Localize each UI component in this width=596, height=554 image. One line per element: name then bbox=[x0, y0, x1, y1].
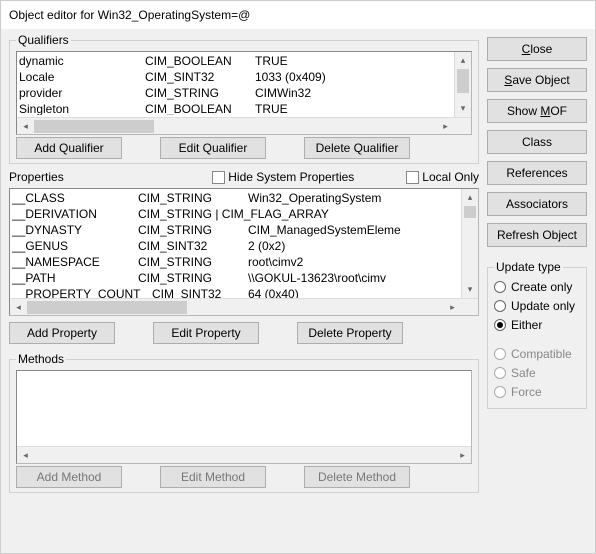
class-button[interactable]: Class bbox=[487, 130, 587, 154]
qualifiers-list[interactable]: dynamicCIM_BOOLEANTRUE LocaleCIM_SINT321… bbox=[16, 51, 472, 135]
associators-button[interactable]: Associators bbox=[487, 192, 587, 216]
radio-create-only[interactable]: Create only bbox=[494, 280, 580, 294]
list-item: dynamicCIM_BOOLEANTRUE bbox=[19, 53, 469, 69]
scrollbar-vertical[interactable]: ▴ ▾ bbox=[454, 52, 471, 117]
delete-property-button[interactable]: Delete Property bbox=[297, 322, 403, 344]
scrollbar-vertical[interactable]: ▴ ▾ bbox=[461, 189, 478, 298]
add-qualifier-button[interactable]: Add Qualifier bbox=[16, 137, 122, 159]
delete-qualifier-button[interactable]: Delete Qualifier bbox=[304, 137, 410, 159]
radio-safe: Safe bbox=[494, 366, 580, 380]
show-mof-button[interactable]: Show MOF bbox=[487, 99, 587, 123]
scroll-right-icon[interactable]: ▸ bbox=[444, 299, 461, 316]
properties-label: Properties bbox=[9, 170, 64, 184]
radio-force: Force bbox=[494, 385, 580, 399]
scroll-thumb[interactable] bbox=[27, 301, 187, 314]
edit-qualifier-button[interactable]: Edit Qualifier bbox=[160, 137, 266, 159]
scroll-right-icon[interactable]: ▸ bbox=[437, 118, 454, 135]
scrollbar-horizontal[interactable]: ◂ ▸ bbox=[10, 298, 478, 315]
scroll-right-icon[interactable]: ▸ bbox=[454, 447, 471, 464]
properties-list[interactable]: __CLASSCIM_STRINGWin32_OperatingSystem _… bbox=[9, 188, 479, 316]
list-item: __DYNASTYCIM_STRINGCIM_ManagedSystemElem… bbox=[12, 222, 476, 238]
edit-method-button: Edit Method bbox=[160, 466, 266, 488]
scroll-thumb[interactable] bbox=[34, 120, 154, 133]
radio-either[interactable]: Either bbox=[494, 318, 580, 332]
window-title: Object editor for Win32_OperatingSystem=… bbox=[1, 1, 595, 29]
list-item: LocaleCIM_SINT321033 (0x409) bbox=[19, 69, 469, 85]
methods-group: Methods ◂ ▸ Add Method Edit Method bbox=[9, 352, 479, 493]
list-item: __PROPERTY_COUNTCIM_SINT3264 (0x40) bbox=[12, 286, 476, 298]
scroll-up-icon[interactable]: ▴ bbox=[462, 189, 478, 206]
refresh-object-button[interactable]: Refresh Object bbox=[487, 223, 587, 247]
list-item: providerCIM_STRINGCIMWin32 bbox=[19, 85, 469, 101]
list-item: __CLASSCIM_STRINGWin32_OperatingSystem bbox=[12, 190, 476, 206]
scroll-thumb[interactable] bbox=[464, 206, 476, 218]
add-method-button: Add Method bbox=[16, 466, 122, 488]
methods-legend: Methods bbox=[16, 352, 66, 366]
scroll-left-icon[interactable]: ◂ bbox=[17, 118, 34, 135]
scroll-left-icon[interactable]: ◂ bbox=[10, 299, 27, 316]
local-only-checkbox[interactable]: Local Only bbox=[406, 170, 479, 184]
hide-system-checkbox[interactable]: Hide System Properties bbox=[212, 170, 354, 184]
list-item: __DERIVATIONCIM_STRING | CIM_FLAG_ARRAY bbox=[12, 206, 476, 222]
scroll-down-icon[interactable]: ▾ bbox=[455, 100, 471, 117]
scrollbar-horizontal[interactable]: ◂ ▸ bbox=[17, 117, 471, 134]
list-item: SingletonCIM_BOOLEANTRUE bbox=[19, 101, 469, 115]
delete-method-button: Delete Method bbox=[304, 466, 410, 488]
edit-property-button[interactable]: Edit Property bbox=[153, 322, 259, 344]
list-item: __NAMESPACECIM_STRINGroot\cimv2 bbox=[12, 254, 476, 270]
close-button[interactable]: Close bbox=[487, 37, 587, 61]
list-item: __PATHCIM_STRING\\GOKUL-13623\root\cimv bbox=[12, 270, 476, 286]
scroll-thumb[interactable] bbox=[457, 69, 469, 93]
list-item: __GENUSCIM_SINT322 (0x2) bbox=[12, 238, 476, 254]
references-button[interactable]: References bbox=[487, 161, 587, 185]
methods-list[interactable]: ◂ ▸ bbox=[16, 370, 472, 464]
save-object-button[interactable]: Save Object bbox=[487, 68, 587, 92]
add-property-button[interactable]: Add Property bbox=[9, 322, 115, 344]
scroll-left-icon[interactable]: ◂ bbox=[17, 447, 34, 464]
update-type-legend: Update type bbox=[494, 260, 563, 274]
qualifiers-group: Qualifiers dynamicCIM_BOOLEANTRUE Locale… bbox=[9, 33, 479, 164]
update-type-group: Update type Create only Update only Eith… bbox=[487, 260, 587, 409]
radio-compatible: Compatible bbox=[494, 347, 580, 361]
scrollbar-horizontal[interactable]: ◂ ▸ bbox=[17, 446, 471, 463]
scroll-up-icon[interactable]: ▴ bbox=[455, 52, 471, 69]
object-editor-window: Object editor for Win32_OperatingSystem=… bbox=[0, 0, 596, 554]
qualifiers-legend: Qualifiers bbox=[16, 33, 71, 47]
scroll-down-icon[interactable]: ▾ bbox=[462, 281, 478, 298]
radio-update-only[interactable]: Update only bbox=[494, 299, 580, 313]
